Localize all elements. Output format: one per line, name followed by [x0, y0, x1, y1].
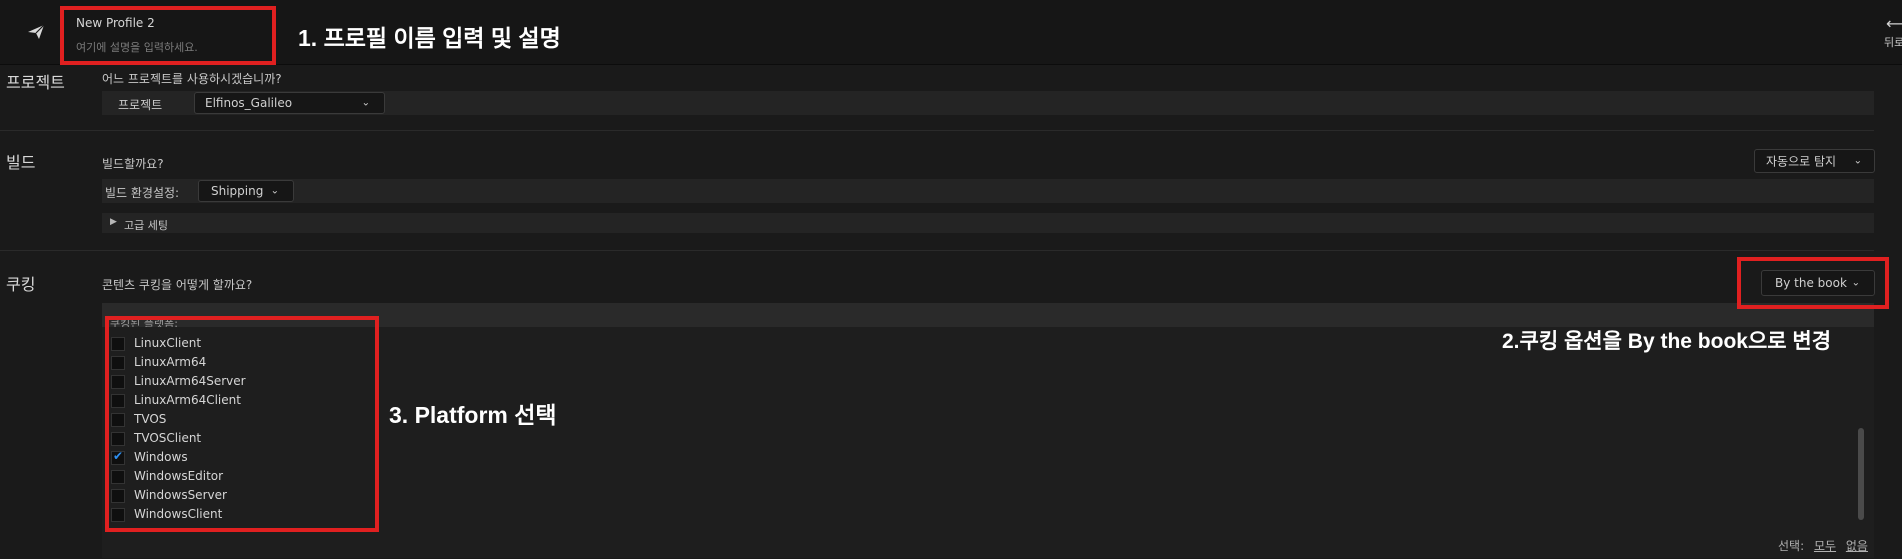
section-divider	[0, 130, 1874, 131]
build-question: 빌드할까요?	[102, 157, 164, 171]
cook-question: 콘텐츠 쿠킹을 어떻게 할까요?	[102, 278, 253, 292]
project-question: 어느 프로젝트를 사용하시겠습니까?	[102, 72, 282, 86]
project-dropdown-value: Elfinos_Galileo	[205, 96, 293, 110]
project-dropdown[interactable]: Elfinos_Galileo ⌄	[194, 92, 385, 114]
annotation-box-platforms	[105, 316, 379, 532]
select-all-link[interactable]: 모두	[1814, 539, 1836, 553]
auto-detect-dropdown[interactable]: 자동으로 탐지 ⌄	[1754, 149, 1875, 173]
project-field-label: 프로젝트	[118, 98, 163, 112]
chevron-down-icon: ⌄	[361, 97, 370, 109]
section-divider	[0, 250, 1874, 251]
annotation-step3: 3. Platform 선택	[389, 402, 557, 428]
back-label: 뒤로	[1884, 36, 1902, 49]
build-config-value: Shipping	[211, 184, 264, 198]
send-plane-icon	[28, 24, 45, 39]
section-title-project: 프로젝트	[6, 73, 65, 92]
chevron-down-icon: ⌄	[270, 185, 279, 197]
expand-arrow-icon[interactable]: ▶	[110, 217, 117, 227]
profile-header	[0, 0, 1902, 65]
advanced-settings-label: 고급 세팅	[124, 219, 168, 232]
back-arrow-icon: ⟵	[1886, 14, 1902, 33]
select-none-link[interactable]: 없음	[1846, 539, 1868, 553]
auto-detect-label: 자동으로 탐지	[1766, 154, 1837, 169]
section-title-build: 빌드	[6, 153, 36, 172]
advanced-settings-row[interactable]	[102, 213, 1874, 233]
build-config-dropdown[interactable]: Shipping ⌄	[198, 180, 294, 202]
selection-footer: 선택: 모두 없음	[1778, 537, 1868, 554]
annotation-box-cook-mode	[1737, 257, 1889, 309]
list-scrollbar[interactable]	[1858, 428, 1864, 520]
annotation-step1: 1. 프로필 이름 입력 및 설명	[298, 25, 561, 51]
back-button[interactable]: ⟵ 뒤로	[1880, 14, 1902, 50]
build-config-label: 빌드 환경설정:	[105, 186, 180, 200]
annotation-box-profile	[60, 6, 276, 65]
chevron-down-icon: ⌄	[1853, 155, 1862, 167]
annotation-step2: 2.쿠킹 옵션을 By the book으로 변경	[1502, 330, 1832, 353]
select-label: 선택:	[1778, 539, 1805, 553]
section-title-cook: 쿠킹	[6, 275, 36, 294]
build-config-row	[102, 179, 1874, 203]
